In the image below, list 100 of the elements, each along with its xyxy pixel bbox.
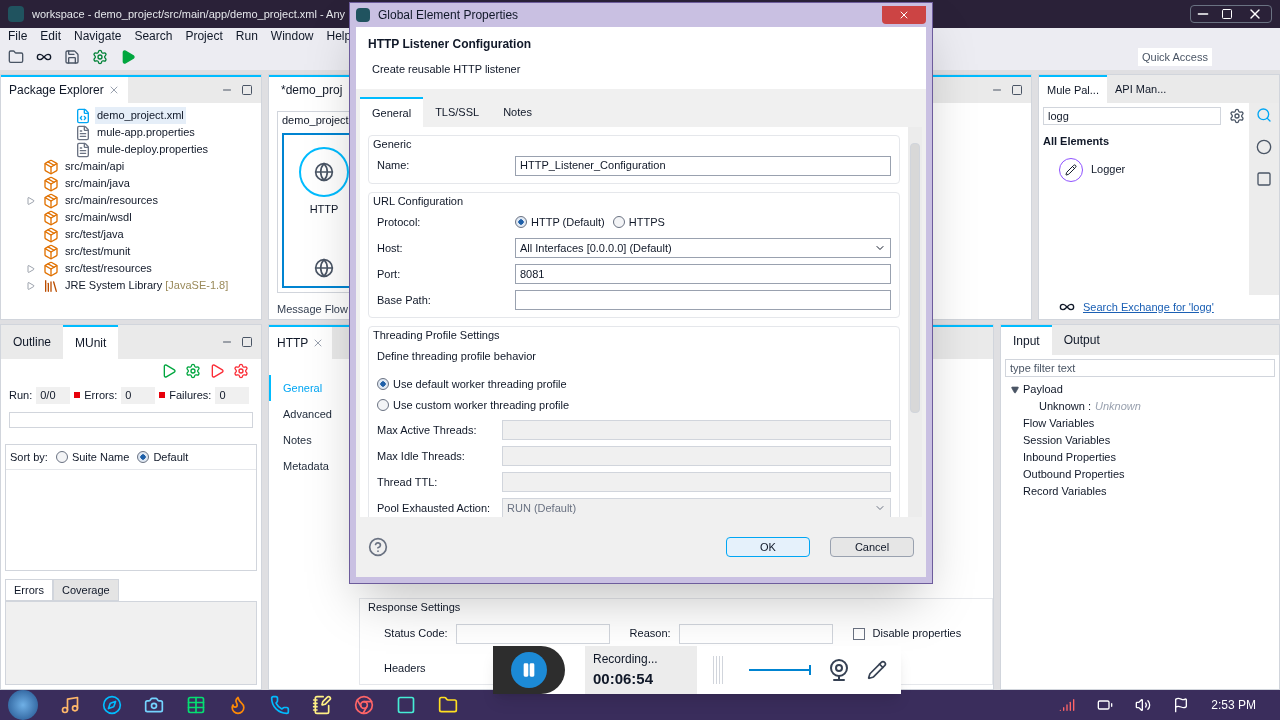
- reason-field[interactable]: [678, 623, 833, 644]
- package-explorer-tab[interactable]: Package Explorer: [1, 77, 128, 103]
- tree-item[interactable]: Outbound Properties: [1023, 466, 1125, 483]
- package-folder-icon: [43, 192, 59, 209]
- palette-tab[interactable]: API Man...: [1106, 75, 1175, 103]
- radio-button[interactable]: [612, 216, 625, 228]
- search-field[interactable]: logg: [1043, 107, 1221, 125]
- webcam-icon[interactable]: [827, 658, 851, 682]
- dialog-subtitle: Create reusable HTTP listener: [371, 62, 522, 77]
- help-icon[interactable]: [368, 537, 388, 557]
- text-field[interactable]: HTTP_Listener_Configuration: [515, 155, 891, 176]
- tree-item[interactable]: Payload: [1023, 381, 1063, 398]
- tree-item[interactable]: src/main/resources: [63, 192, 160, 209]
- menu-item[interactable]: Run: [235, 27, 258, 45]
- tree-item[interactable]: demo_project.xml: [95, 107, 186, 124]
- pencil-icon[interactable]: [867, 660, 887, 680]
- tree-item[interactable]: Session Variables: [1023, 432, 1111, 449]
- radio-label[interactable]: HTTPS: [628, 213, 665, 231]
- folder-icon[interactable]: [438, 695, 458, 715]
- media-player-icon[interactable]: [60, 695, 80, 715]
- properties-nav-item[interactable]: Notes: [269, 427, 351, 453]
- save-icon[interactable]: [64, 49, 80, 65]
- dropdown-field[interactable]: All Interfaces [0.0.0.0] (Default): [515, 238, 891, 258]
- radio-button[interactable]: [55, 450, 68, 463]
- run-icon[interactable]: [120, 49, 136, 65]
- camera-icon[interactable]: [144, 695, 164, 715]
- menu-item[interactable]: Navigate: [74, 27, 122, 45]
- tree-item[interactable]: src/test/java: [63, 226, 126, 243]
- radio-label[interactable]: Use default worker threading profile: [393, 376, 567, 393]
- tree-item[interactable]: Record Variables: [1023, 483, 1107, 500]
- maximize-icon[interactable]: [1011, 84, 1023, 96]
- palette-item[interactable]: Logger: [1091, 161, 1126, 178]
- tree-item[interactable]: src/main/api: [63, 158, 127, 175]
- dialog-tab[interactable]: General: [360, 97, 424, 127]
- filter-field[interactable]: type filter text: [1005, 359, 1275, 377]
- debug-icon[interactable]: [92, 49, 108, 65]
- flag-icon[interactable]: [1173, 697, 1190, 713]
- notepad-icon[interactable]: [312, 695, 332, 715]
- radio-button[interactable]: [377, 378, 389, 391]
- metadata-tab[interactable]: Input: [1001, 325, 1052, 355]
- scrollbar[interactable]: [908, 127, 922, 517]
- run-icon[interactable]: [161, 363, 177, 379]
- properties-nav-item[interactable]: Metadata: [269, 453, 351, 479]
- tree-item[interactable]: Inbound Properties: [1023, 449, 1116, 466]
- radio-label[interactable]: Suite Name: [71, 448, 130, 465]
- menu-item[interactable]: File: [8, 27, 28, 45]
- radio-button[interactable]: [515, 216, 527, 228]
- errors-tab[interactable]: Coverage: [52, 578, 119, 601]
- menu-item[interactable]: Edit: [40, 27, 62, 45]
- dialog-button[interactable]: Cancel: [830, 537, 914, 557]
- text-field[interactable]: 8081: [515, 264, 891, 284]
- chrome-icon[interactable]: [354, 695, 374, 715]
- clock[interactable]: 2:53 PM: [1211, 696, 1256, 714]
- group-heading: All Elements: [1043, 134, 1111, 149]
- spreadsheet-icon[interactable]: [186, 695, 206, 715]
- dialog-tab[interactable]: Notes: [491, 97, 544, 127]
- text-field[interactable]: [515, 290, 891, 310]
- tree-item[interactable]: mule-deploy.properties: [95, 141, 211, 158]
- start-button[interactable]: [8, 690, 38, 720]
- expander-icon[interactable]: [1011, 385, 1019, 394]
- exchange-link[interactable]: Search Exchange for 'logg': [1083, 298, 1214, 316]
- radio-button[interactable]: [137, 450, 150, 463]
- maximize-icon[interactable]: [241, 84, 253, 96]
- tree-item[interactable]: src/test/munit: [63, 243, 133, 260]
- view-tab[interactable]: MUnit: [63, 325, 119, 359]
- properties-tab[interactable]: HTTP: [269, 327, 333, 359]
- volume-icon[interactable]: [1135, 697, 1152, 713]
- tree-item[interactable]: mule-app.properties: [95, 124, 197, 141]
- properties-nav-item[interactable]: Advanced: [269, 401, 351, 427]
- tree-item[interactable]: src/test/resources: [63, 260, 154, 277]
- settings-icon[interactable]: [1229, 108, 1245, 124]
- tree-item[interactable]: src/main/java: [63, 175, 132, 192]
- menu-item[interactable]: Search: [134, 27, 173, 45]
- pause-button[interactable]: [511, 652, 547, 688]
- menu-item[interactable]: Project: [185, 27, 223, 45]
- errors-tab[interactable]: Errors: [5, 578, 53, 601]
- tree-item[interactable]: src/main/wsdl: [63, 209, 134, 226]
- tree-item[interactable]: JRE System Library [JavaSE-1.8]: [63, 277, 231, 294]
- metadata-tab[interactable]: Output: [1051, 325, 1112, 355]
- status-code-field[interactable]: [455, 623, 610, 644]
- network-icon[interactable]: [1059, 697, 1076, 713]
- debug-icon[interactable]: [185, 363, 201, 379]
- volume-slider[interactable]: [749, 664, 811, 676]
- maximize-icon[interactable]: [241, 336, 253, 348]
- menu-item[interactable]: Window: [270, 27, 314, 45]
- battery-icon[interactable]: [1097, 697, 1114, 713]
- tree-item[interactable]: Flow Variables: [1023, 415, 1095, 432]
- quick-access-field[interactable]: Quick Access: [1137, 48, 1212, 66]
- dialog-button[interactable]: OK: [726, 537, 810, 557]
- view-tab[interactable]: Outline: [1, 325, 64, 359]
- dialog-tab[interactable]: TLS/SSL: [423, 97, 492, 127]
- debug-failed-icon[interactable]: [233, 363, 249, 379]
- radio-button[interactable]: [377, 398, 389, 411]
- radio-label[interactable]: Use custom worker threading profile: [393, 396, 570, 413]
- tree-item[interactable]: Unknown : Unknown: [1001, 398, 1279, 415]
- radio-label[interactable]: Default: [153, 448, 189, 465]
- palette-tab[interactable]: Mule Pal...: [1039, 75, 1107, 103]
- radio-label[interactable]: HTTP (Default): [531, 213, 605, 231]
- checkbox[interactable]: [852, 627, 865, 640]
- run-failed-icon[interactable]: [209, 363, 225, 379]
